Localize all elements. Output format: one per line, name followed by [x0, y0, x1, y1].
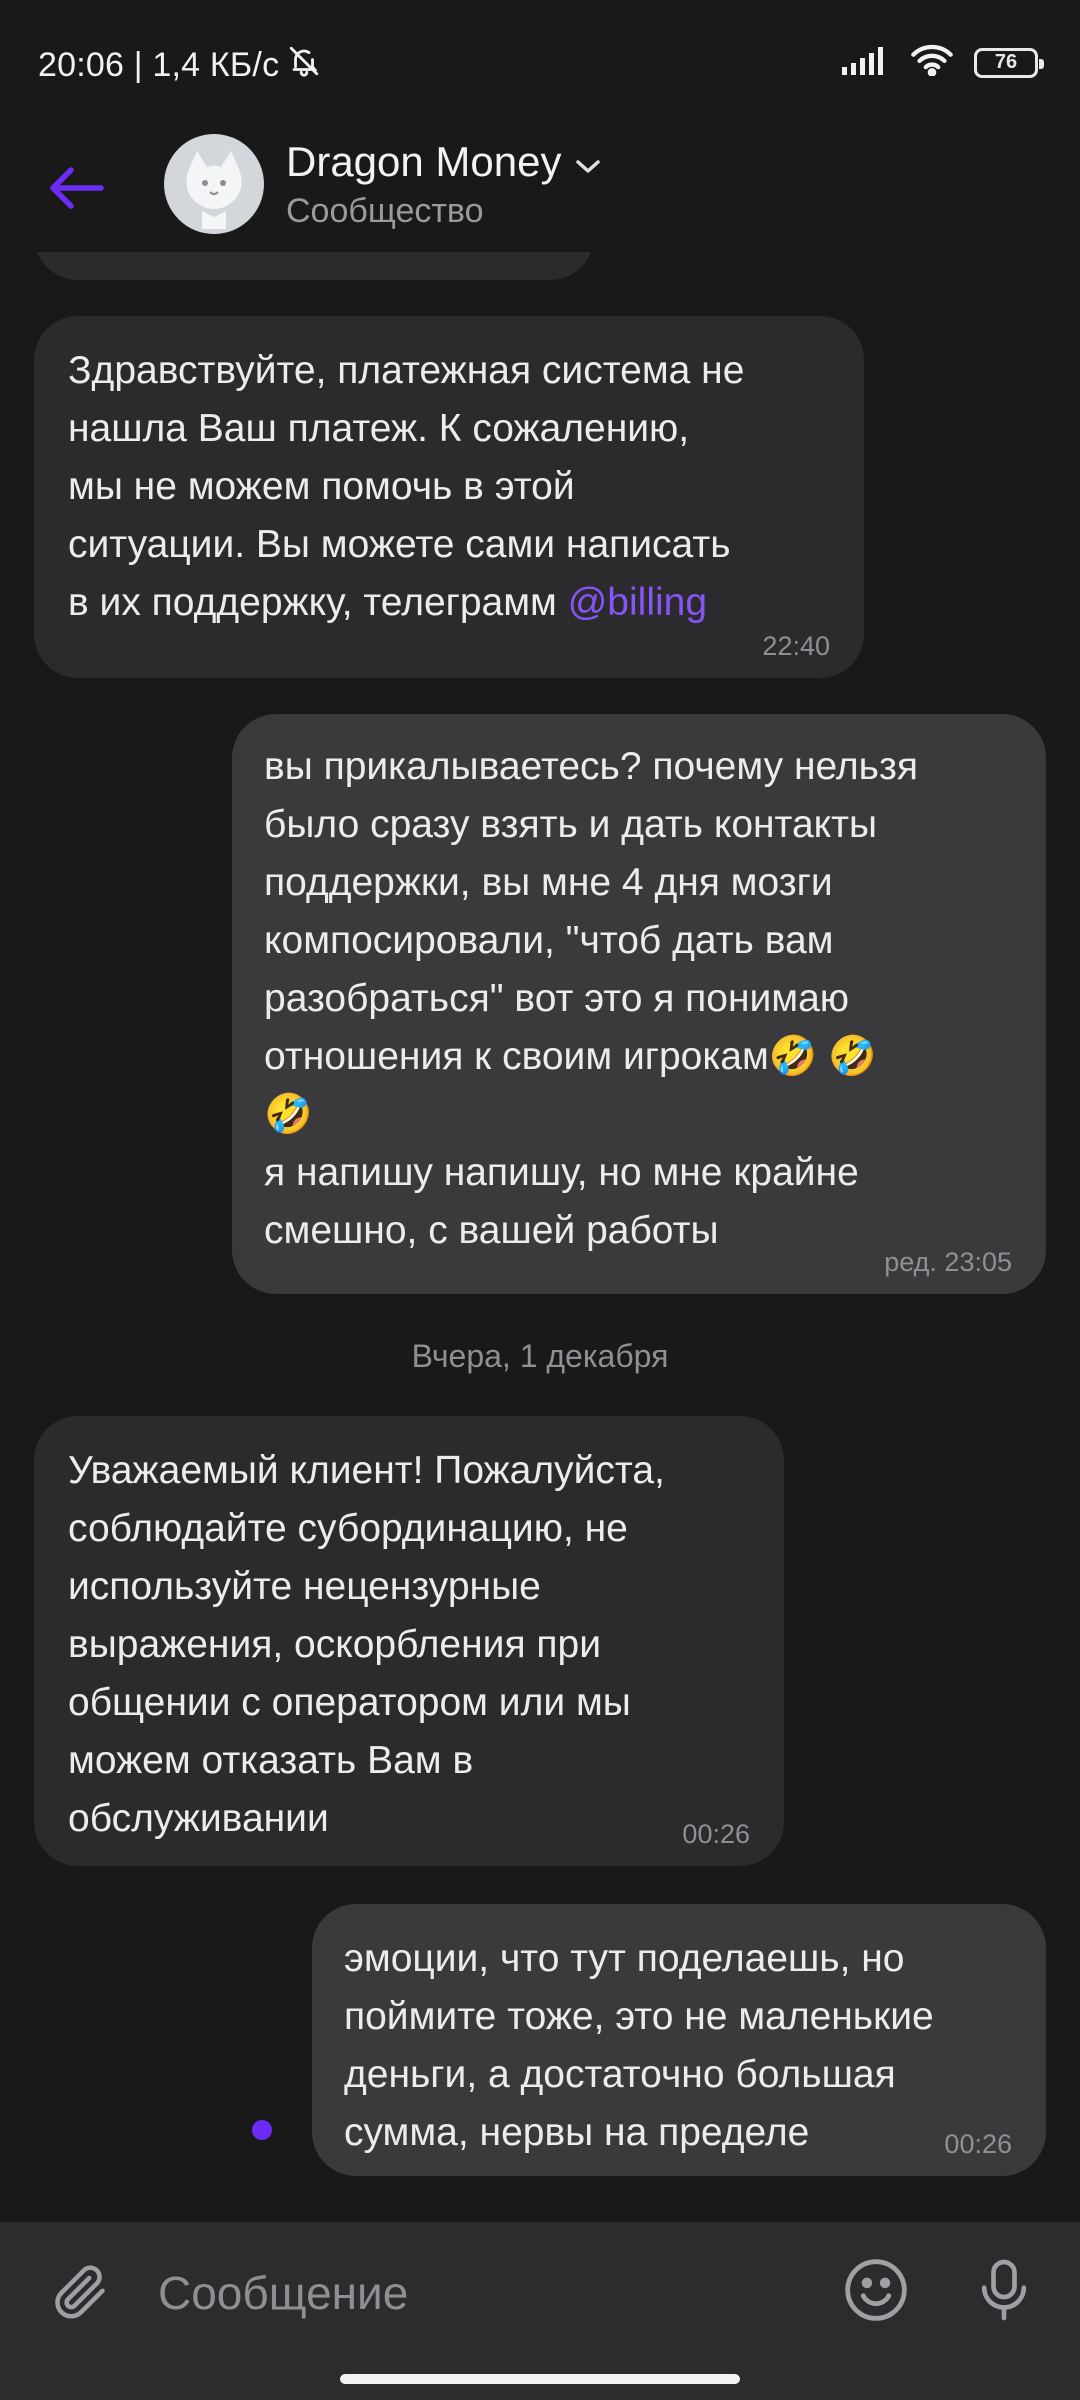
unread-indicator — [252, 2120, 272, 2140]
mention-link[interactable]: @billing — [568, 581, 707, 624]
message-incoming[interactable]: Уважаемый клиент! Пожалуйста, соблюдайте… — [34, 1416, 784, 1866]
chat-title: Dragon Money — [286, 138, 601, 186]
chevron-down-icon — [575, 138, 601, 186]
battery-level: 76 — [994, 51, 1018, 73]
message-time: ред. 23:05 — [884, 1247, 1012, 1277]
status-right: 76 — [842, 44, 1044, 81]
smiley-icon — [842, 2256, 910, 2329]
date-separator: Вчера, 1 декабря — [411, 1338, 669, 1374]
home-indicator[interactable] — [340, 2374, 740, 2384]
status-left: 20:06 | 1,4 КБ/с — [38, 44, 321, 87]
paperclip-icon — [50, 2259, 110, 2330]
status-time-speed: 20:06 | 1,4 КБ/с — [38, 46, 280, 84]
voice-record-button[interactable] — [966, 2252, 1042, 2332]
message-text: Уважаемый клиент! Пожалуйста, соблюдайте… — [68, 1449, 665, 1840]
message-time: 00:26 — [944, 2129, 1012, 2159]
avatar[interactable] — [164, 134, 264, 234]
message-outgoing[interactable]: эмоции, что тут поделаешь, но поймите то… — [312, 1904, 1046, 2176]
message-input[interactable]: Сообщение — [158, 2266, 408, 2320]
message-outgoing[interactable]: вы прикалываетесь? почему нельзя было ср… — [232, 714, 1046, 1294]
wifi-icon — [910, 44, 954, 81]
status-bar: 20:06 | 1,4 КБ/с 76 — [0, 0, 1080, 130]
chat-title-text: Dragon Money — [286, 138, 562, 185]
signal-icon — [842, 45, 890, 80]
emoji-button[interactable] — [838, 2254, 914, 2330]
message-time: 00:26 — [682, 1819, 750, 1849]
message-time: 22:40 — [762, 631, 830, 661]
message-incoming[interactable]: Здравствуйте, платежная система не нашла… — [34, 316, 864, 678]
chat-title-area[interactable]: Dragon Money Сообщество — [286, 138, 601, 231]
message-text: Здравствуйте, платежная система не нашла… — [68, 342, 830, 632]
chat-header: Dragon Money Сообщество — [0, 130, 1080, 252]
message-text: вы прикалываетесь? почему нельзя было ср… — [264, 745, 918, 1252]
battery-icon: 76 — [974, 47, 1044, 78]
back-button[interactable] — [40, 154, 112, 226]
bell-off-icon — [287, 44, 321, 87]
message-text: эмоции, что тут поделаешь, но поймите то… — [344, 1937, 934, 2154]
microphone-icon — [976, 2255, 1032, 2330]
arrow-left-icon — [47, 166, 105, 215]
chat-subtitle: Сообщество — [286, 192, 484, 230]
attach-button[interactable] — [44, 2258, 116, 2330]
